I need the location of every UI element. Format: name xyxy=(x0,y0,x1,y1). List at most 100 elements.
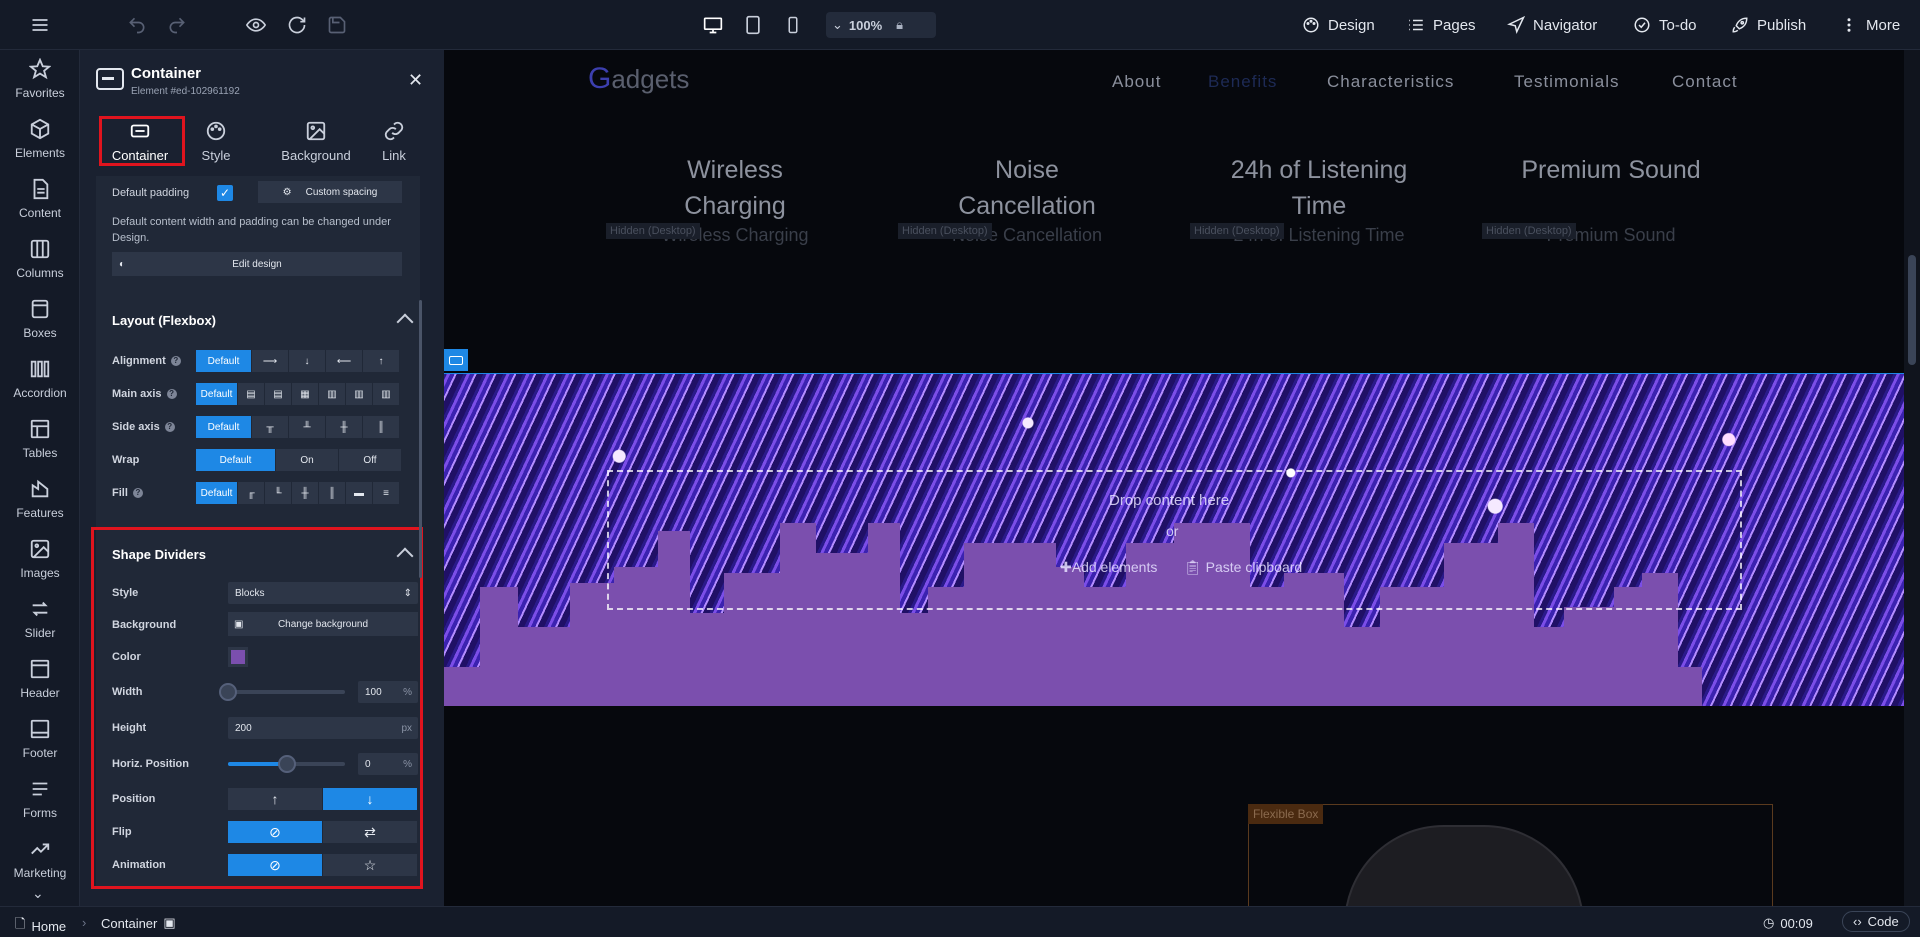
tab-container[interactable]: Container xyxy=(104,114,176,166)
lock-icon[interactable]: 🔒︎ xyxy=(896,17,903,33)
arrow-up-icon[interactable]: ↑ xyxy=(228,788,323,810)
style-select[interactable]: Blocks ⇕ xyxy=(228,582,418,604)
justify-center-icon[interactable]: ▦ xyxy=(292,383,319,405)
alignment-default-button[interactable]: Default xyxy=(196,350,252,372)
main-axis-default-button[interactable]: Default xyxy=(196,383,238,405)
nav-benefits[interactable]: Benefits xyxy=(1208,72,1277,92)
tab-link[interactable]: Link xyxy=(358,114,430,166)
drop-zone[interactable]: Drop content here or ✚Add elements 📋︎ Pa… xyxy=(607,470,1742,610)
justify-between-icon[interactable]: ▥ xyxy=(319,383,346,405)
sidebar-item-columns[interactable]: Columns xyxy=(0,238,80,298)
preview-eye-icon[interactable] xyxy=(244,13,268,37)
fill-option-4-icon[interactable]: ║ xyxy=(319,482,346,504)
align-start-icon[interactable]: ╥ xyxy=(252,416,289,438)
fill-option-1-icon[interactable]: ╓ xyxy=(238,482,265,504)
align-end-icon[interactable]: ╨ xyxy=(289,416,326,438)
horiz-position-slider[interactable] xyxy=(228,755,345,773)
horiz-slider-thumb[interactable] xyxy=(277,755,296,773)
nav-about[interactable]: About xyxy=(1112,72,1161,92)
todo-menu[interactable]: To-do xyxy=(1633,0,1697,50)
sidebar-item-tables[interactable]: Tables xyxy=(0,418,80,478)
arrow-down-icon[interactable]: ↓ xyxy=(289,350,326,372)
tab-style[interactable]: Style xyxy=(180,114,252,166)
navigator-menu[interactable]: Navigator xyxy=(1507,0,1597,50)
code-button[interactable]: ‹› Code xyxy=(1842,911,1910,932)
justify-evenly-icon[interactable]: ▥ xyxy=(373,383,400,405)
help-icon[interactable]: ? xyxy=(170,356,181,367)
sidebar-item-accordion[interactable]: Accordion xyxy=(0,358,80,418)
canvas-scrollbar[interactable] xyxy=(1904,50,1920,906)
nav-contact[interactable]: Contact xyxy=(1672,72,1738,92)
tablet-icon[interactable] xyxy=(740,13,766,37)
site-logo[interactable]: Gadgets xyxy=(588,62,689,96)
fill-default-button[interactable]: Default xyxy=(196,482,238,504)
sidebar-item-favorites[interactable]: Favorites xyxy=(0,58,80,118)
pages-menu[interactable]: Pages xyxy=(1407,0,1476,50)
nav-testimonials[interactable]: Testimonials xyxy=(1514,72,1620,92)
close-icon[interactable]: ✕ xyxy=(408,70,423,91)
fill-option-6-icon[interactable]: ≡ xyxy=(373,482,400,504)
side-axis-default-button[interactable]: Default xyxy=(196,416,252,438)
mobile-icon[interactable] xyxy=(780,13,806,37)
width-slider[interactable] xyxy=(219,683,345,701)
height-input[interactable]: 200 px xyxy=(228,717,418,739)
sidebar-item-boxes[interactable]: Boxes xyxy=(0,298,80,358)
design-menu[interactable]: Design xyxy=(1302,0,1375,50)
width-input[interactable]: 100 % xyxy=(358,681,418,703)
justify-start-icon[interactable]: ▤ xyxy=(238,383,265,405)
arrow-down-icon[interactable]: ↓ xyxy=(323,788,418,810)
align-stretch-icon[interactable]: ║ xyxy=(363,416,400,438)
sidebar-item-content[interactable]: Content xyxy=(0,178,80,238)
fill-option-3-icon[interactable]: ╫ xyxy=(292,482,319,504)
fill-option-5-icon[interactable]: ▬ xyxy=(346,482,373,504)
no-flip-icon[interactable]: ⊘ xyxy=(228,821,323,843)
arrow-up-icon[interactable]: ↑ xyxy=(363,350,400,372)
sidebar-item-header[interactable]: Header xyxy=(0,658,80,718)
color-swatch[interactable] xyxy=(228,647,248,667)
arrow-left-icon[interactable]: ⟵ xyxy=(326,350,363,372)
flip-horizontal-icon[interactable]: ⇄ xyxy=(323,821,418,843)
breadcrumb-container[interactable]: Container ▣ xyxy=(101,915,176,931)
breadcrumb-home[interactable]: 🗋︎ Home xyxy=(15,915,66,937)
wrap-default-button[interactable]: Default xyxy=(196,449,276,471)
scrollbar-thumb[interactable] xyxy=(1908,255,1916,365)
refresh-icon[interactable] xyxy=(285,13,309,37)
chevron-up-icon[interactable] xyxy=(396,313,414,331)
more-menu[interactable]: More xyxy=(1840,0,1900,50)
sidebar-item-images[interactable]: Images xyxy=(0,538,80,598)
redo-icon[interactable] xyxy=(165,13,189,37)
arrow-right-icon[interactable]: ⟶ xyxy=(252,350,289,372)
justify-end-icon[interactable]: ▤ xyxy=(265,383,292,405)
sidebar-item-footer[interactable]: Footer xyxy=(0,718,80,778)
wrap-off-button[interactable]: Off xyxy=(339,449,402,471)
sidebar-item-features[interactable]: Features xyxy=(0,478,80,538)
align-center-icon[interactable]: ╫ xyxy=(326,416,363,438)
help-icon[interactable]: ? xyxy=(132,488,143,499)
save-icon[interactable] xyxy=(325,13,349,37)
star-icon[interactable]: ☆ xyxy=(323,854,418,876)
zoom-dropdown[interactable]: ⌄ 100% 🔒︎ xyxy=(826,12,936,38)
fill-option-2-icon[interactable]: ╙ xyxy=(265,482,292,504)
paste-clipboard-button[interactable]: 📋︎ Paste clipboard xyxy=(1184,559,1302,576)
help-icon[interactable]: ? xyxy=(166,389,177,400)
container-element-badge[interactable] xyxy=(444,349,468,371)
custom-spacing-button[interactable]: ⚙ Custom spacing xyxy=(258,181,402,203)
edit-design-button[interactable]: ◐ Edit design xyxy=(112,252,402,276)
panel-scrollbar[interactable] xyxy=(419,300,422,578)
change-background-button[interactable]: ▣ Change background xyxy=(228,612,418,636)
horiz-position-input[interactable]: 0 % xyxy=(358,753,418,775)
nav-characteristics[interactable]: Characteristics xyxy=(1327,72,1454,92)
desktop-icon[interactable] xyxy=(700,13,726,37)
hamburger-menu-icon[interactable] xyxy=(28,13,52,37)
chevron-up-icon[interactable] xyxy=(396,547,414,565)
publish-menu[interactable]: Publish xyxy=(1731,0,1806,50)
wrap-on-button[interactable]: On xyxy=(276,449,339,471)
add-elements-button[interactable]: ✚Add elements xyxy=(1060,559,1157,576)
help-icon[interactable]: ? xyxy=(164,422,175,433)
default-padding-checkbox[interactable]: ✓ xyxy=(217,185,233,201)
sidebar-item-forms[interactable]: Forms xyxy=(0,778,80,838)
tab-background[interactable]: Background xyxy=(271,114,361,166)
chevron-down-icon[interactable]: ⌄ xyxy=(32,885,44,902)
justify-around-icon[interactable]: ▥ xyxy=(346,383,373,405)
undo-icon[interactable] xyxy=(125,13,149,37)
